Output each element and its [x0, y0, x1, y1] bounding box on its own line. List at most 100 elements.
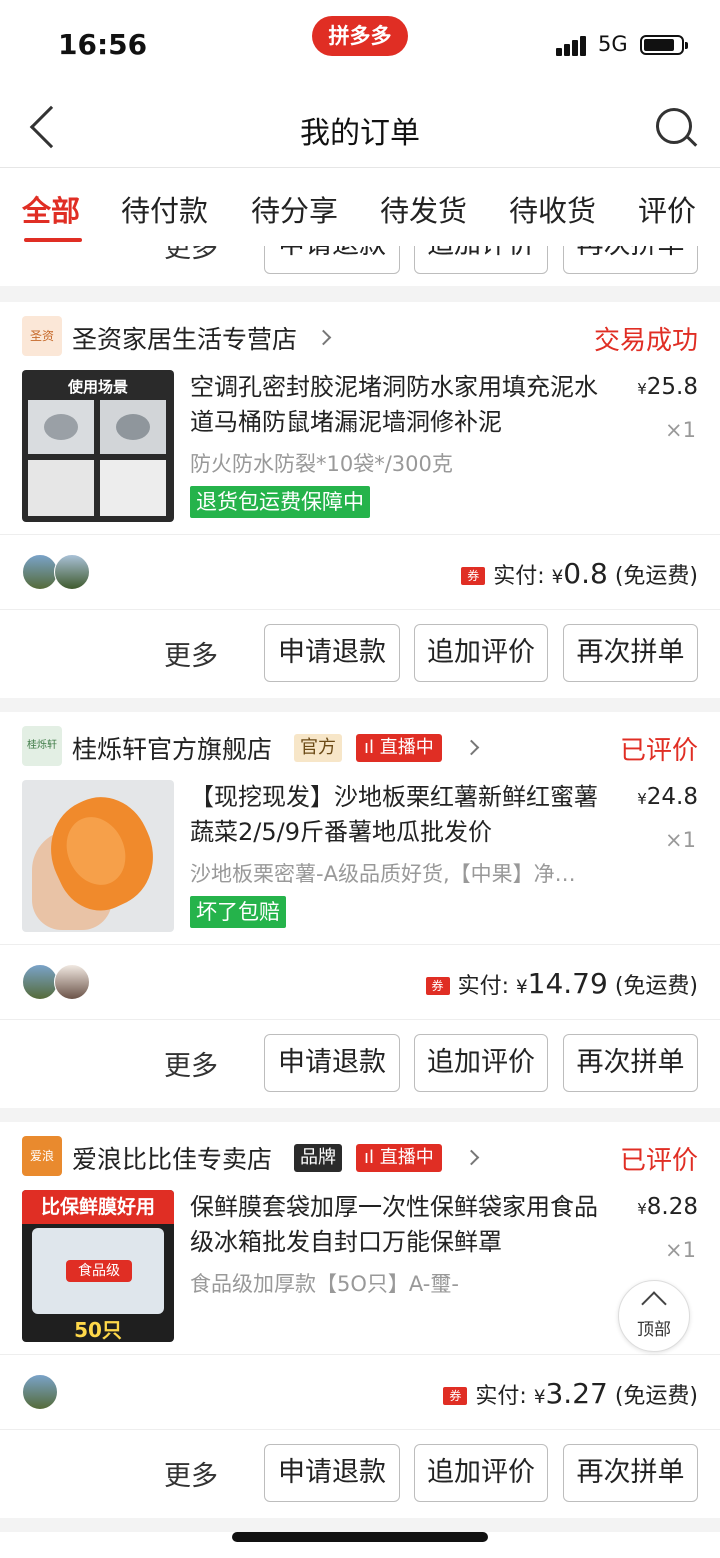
action-row: 更多 申请退款 追加评价 再次拼单: [0, 610, 720, 698]
tab-pending-share[interactable]: 待分享: [251, 188, 338, 230]
chevron-right-icon: [463, 1149, 480, 1166]
avatar: [22, 964, 58, 1000]
order-status: 已评价: [619, 736, 698, 766]
avatar: [54, 964, 90, 1000]
reorder-button[interactable]: 再次拼单: [563, 1034, 698, 1092]
back-to-top-button[interactable]: 顶部: [618, 1280, 690, 1352]
more-button[interactable]: 更多: [164, 246, 218, 265]
store-logo: 桂烁轩: [22, 726, 62, 766]
product-quantity: ×1: [665, 418, 696, 442]
paid-amount: 券实付: ¥14.79 (免运费): [425, 967, 698, 1000]
product-title[interactable]: 空调孔密封胶泥堵洞防水家用填充泥水道马桶防鼠堵漏泥墙洞修补泥: [190, 370, 618, 440]
action-row: 更多 申请退款 追加评价 再次拼单: [0, 1020, 720, 1108]
official-badge: 官方: [294, 734, 342, 762]
paid-amount: 券实付: ¥0.8 (免运费): [461, 557, 698, 590]
order-card: 桂烁轩 桂烁轩官方旗舰店 官方 ıl 直播中 已评价 【现挖现发】沙地板栗红薯新…: [0, 712, 720, 1108]
network-label: 5G: [598, 32, 628, 56]
product-price: ¥8.28: [637, 1194, 698, 1220]
store-name[interactable]: 桂烁轩官方旗舰店: [72, 730, 272, 766]
product-title[interactable]: 保鲜膜套袋加厚一次性保鲜袋家用食品级冰箱批发自封口万能保鲜罩: [190, 1190, 618, 1260]
order-card: 圣资 圣资家居生活专营店 交易成功 使用场景 空调孔密封胶泥堵洞防水家用填充泥水…: [0, 302, 720, 698]
store-row[interactable]: 圣资 圣资家居生活专营店 交易成功: [0, 302, 720, 372]
guarantee-tag: 坏了包赔: [190, 896, 286, 928]
guarantee-tag: 退货包运费保障中: [190, 486, 370, 518]
store-logo: 爱浪: [22, 1136, 62, 1176]
product-image[interactable]: 比保鲜膜好用 食品级 50只: [22, 1190, 174, 1342]
product-spec: 沙地板栗密薯-A级品质好货,【中果】净…: [190, 862, 576, 886]
more-button[interactable]: 更多: [164, 1044, 218, 1083]
app-logo: 拼多多: [312, 16, 408, 56]
order-status: 已评价: [619, 1146, 698, 1176]
tab-all[interactable]: 全部: [22, 188, 80, 230]
order-tabs: 全部 待付款 待分享 待发货 待收货 评价: [0, 168, 720, 246]
payment-row: 券实付: ¥0.8 (免运费): [0, 534, 720, 610]
live-badge[interactable]: ıl 直播中: [356, 734, 442, 762]
brand-badge: 品牌: [294, 1144, 342, 1172]
image-caption: 比保鲜膜好用: [22, 1190, 174, 1224]
refund-button[interactable]: 申请退款: [264, 1034, 400, 1092]
battery-icon: [640, 35, 688, 55]
product-title[interactable]: 【现挖现发】沙地板栗红薯新鲜红蜜薯蔬菜2/5/9斤番薯地瓜批发价: [190, 780, 618, 850]
image-label: 食品级: [66, 1260, 132, 1282]
store-row[interactable]: 爱浪 爱浪比比佳专卖店 品牌 ıl 直播中 已评价: [0, 1122, 720, 1192]
coupon-icon: 券: [461, 567, 486, 585]
store-name[interactable]: 爱浪比比佳专卖店: [72, 1140, 272, 1176]
payment-row: 券实付: ¥3.27 (免运费): [0, 1354, 720, 1430]
image-count: 50只: [74, 1318, 122, 1342]
arrow-up-icon: [641, 1291, 667, 1317]
product-image[interactable]: 使用场景: [22, 370, 174, 522]
product-image[interactable]: [22, 780, 174, 932]
product-quantity: ×1: [665, 828, 696, 852]
store-row[interactable]: 桂烁轩 桂烁轩官方旗舰店 官方 ıl 直播中 已评价: [0, 712, 720, 782]
reorder-button[interactable]: 再次拼单: [563, 624, 698, 682]
tab-underline: [24, 238, 82, 242]
avatar: [22, 1374, 58, 1410]
tab-pending-shipment[interactable]: 待发货: [380, 188, 467, 230]
coupon-icon: 券: [443, 1387, 468, 1405]
nav-bar: 我的订单: [0, 90, 720, 168]
refund-button[interactable]: 申请退款: [264, 246, 400, 274]
reorder-button[interactable]: 再次拼单: [563, 246, 698, 274]
order-status: 交易成功: [593, 326, 698, 356]
search-icon[interactable]: [656, 108, 698, 148]
action-row: 更多 申请退款 追加评价 再次拼单: [0, 1430, 720, 1518]
more-button[interactable]: 更多: [164, 1454, 218, 1493]
home-indicator: [232, 1532, 488, 1542]
store-name[interactable]: 圣资家居生活专营店: [72, 320, 297, 356]
tab-pending-receipt[interactable]: 待收货: [509, 188, 596, 230]
order-list[interactable]: 更多 申请退款 追加评价 再次拼单 圣资 圣资家居生活专营店 交易成功 使用场景…: [0, 246, 720, 1558]
page-title: 我的订单: [300, 116, 420, 151]
product-price: ¥25.8: [637, 374, 698, 400]
signal-icon: [556, 34, 590, 56]
add-review-button[interactable]: 追加评价: [414, 246, 548, 274]
store-logo: 圣资: [22, 316, 62, 356]
product-spec: 食品级加厚款【5O只】A-璽-: [190, 1272, 459, 1296]
live-badge[interactable]: ıl 直播中: [356, 1144, 442, 1172]
refund-button[interactable]: 申请退款: [264, 624, 400, 682]
avatar: [54, 554, 90, 590]
image-caption: 使用场景: [67, 378, 128, 396]
add-review-button[interactable]: 追加评价: [414, 1034, 548, 1092]
back-to-top-label: 顶部: [637, 1320, 671, 1340]
product-quantity: ×1: [665, 1238, 696, 1262]
paid-amount: 券实付: ¥3.27 (免运费): [443, 1377, 698, 1410]
status-bar: 16:56 拼多多 5G: [0, 0, 720, 90]
avatar: [22, 554, 58, 590]
refund-button[interactable]: 申请退款: [264, 1444, 400, 1502]
tab-pending-payment[interactable]: 待付款: [121, 188, 208, 230]
product-price: ¥24.8: [637, 784, 698, 810]
chevron-right-icon: [315, 329, 332, 346]
action-row: 更多 申请退款 追加评价 再次拼单: [0, 246, 720, 290]
more-button[interactable]: 更多: [164, 634, 218, 673]
tab-review[interactable]: 评价: [638, 188, 696, 230]
coupon-icon: 券: [425, 977, 450, 995]
add-review-button[interactable]: 追加评价: [414, 1444, 548, 1502]
previous-order-card: 更多 申请退款 追加评价 再次拼单: [0, 246, 720, 286]
reorder-button[interactable]: 再次拼单: [563, 1444, 698, 1502]
product-spec: 防火防水防裂*10袋*/300克: [190, 452, 453, 476]
chevron-right-icon: [463, 739, 480, 756]
add-review-button[interactable]: 追加评价: [414, 624, 548, 682]
payment-row: 券实付: ¥14.79 (免运费): [0, 944, 720, 1020]
status-time: 16:56: [58, 28, 148, 61]
order-card: 爱浪 爱浪比比佳专卖店 品牌 ıl 直播中 已评价 比保鲜膜好用 食品级 50只…: [0, 1122, 720, 1518]
